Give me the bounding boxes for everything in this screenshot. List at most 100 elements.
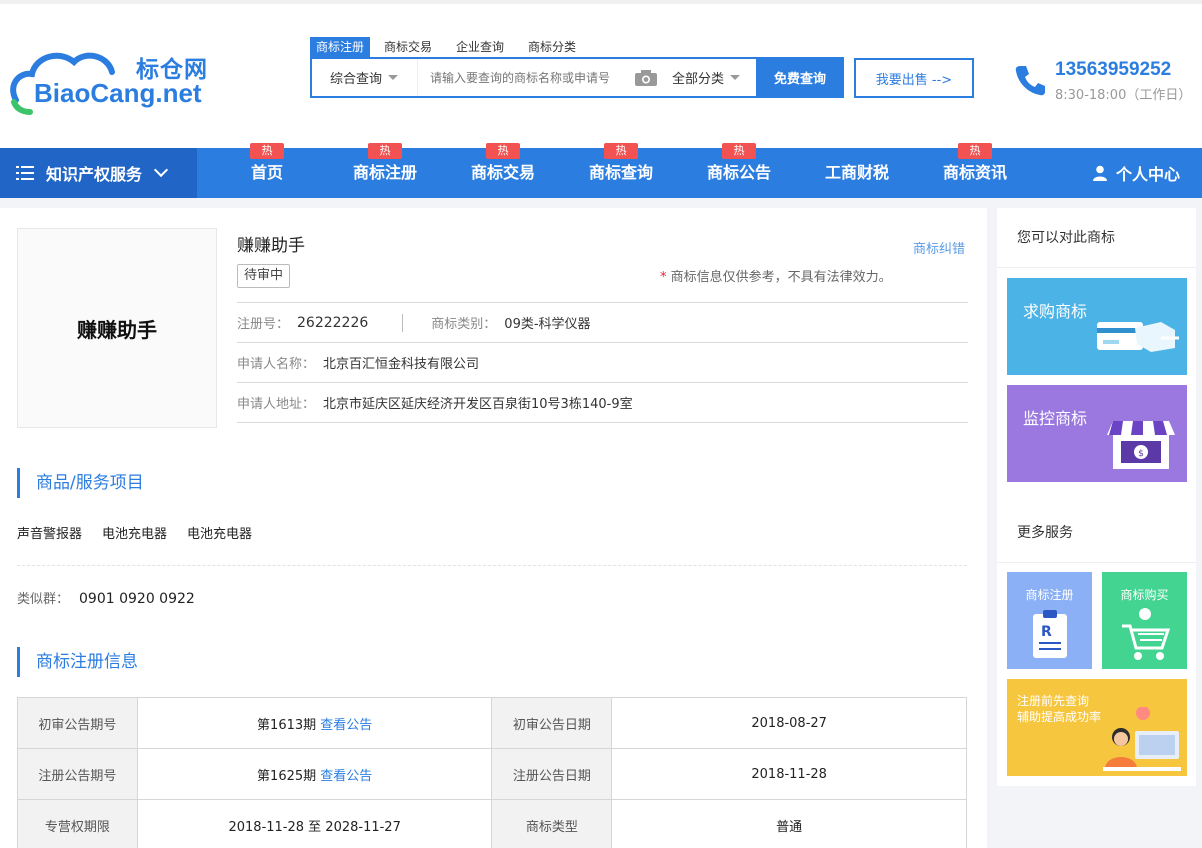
class-value: 09类-科学仪器 <box>504 317 591 332</box>
search-tab-company[interactable]: 企业查询 <box>450 37 510 57</box>
cell-value: 第1613期 <box>257 717 317 733</box>
table-cell: 第1613期 查看公告 <box>136 697 493 749</box>
main-nav: 知识产权服务 热 首页 热 商标注册 热 商标交易 热 商标查询 热 商标公告 … <box>0 143 1202 198</box>
nav-item-label: 商标公告 <box>706 163 771 182</box>
table-cell: 2018-11-28 至 2028-11-27 <box>136 799 493 848</box>
card-title: 监控商标 <box>1023 409 1088 428</box>
address-label: 申请人地址： <box>237 397 316 412</box>
buy-service-tile[interactable]: 商标购买 <box>1102 572 1187 669</box>
query-first-promo[interactable]: 注册前先查询 辅助提高成功率 <box>1007 679 1187 776</box>
cell-value: 第1625期 <box>257 768 317 784</box>
user-icon <box>1092 165 1107 181</box>
hotline-number: 13563959252 <box>1055 59 1172 80</box>
nav-item-news[interactable]: 热 商标资讯 <box>916 143 1034 198</box>
top-header: 标仓网 BiaoCang.net 商标注册 商标交易 企业查询 商标分类 综合查… <box>0 0 1202 148</box>
search-tab-category[interactable]: 商标分类 <box>522 37 582 57</box>
sidebar-compare-title: 您可以对此商标 <box>997 208 1196 268</box>
card-title: 求购商标 <box>1023 302 1088 321</box>
view-announcement-link[interactable]: 查看公告 <box>320 718 372 733</box>
table-cell: 2018-11-28 <box>611 748 967 800</box>
status-badge: 待审中 <box>237 264 291 288</box>
nav-item-finance[interactable]: 工商财税 <box>798 148 916 198</box>
user-center-link[interactable]: 个人中心 <box>1092 148 1180 198</box>
report-error-link[interactable]: 商标纠错 <box>913 238 965 257</box>
sidebar-more-title: 更多服务 <box>997 503 1196 563</box>
table-header-cell: 商标类型 <box>491 799 613 848</box>
applicant-label: 申请人名称： <box>237 357 316 372</box>
chevron-down-icon <box>153 162 169 178</box>
table-row: 专营权期限 2018-11-28 至 2028-11-27 商标类型 普通 <box>17 799 967 848</box>
disclaimer-body: 商标信息仅供参考，不具有法律效力。 <box>666 270 892 285</box>
view-announcement-link[interactable]: 查看公告 <box>320 769 372 784</box>
divider <box>402 313 404 332</box>
goods-list: 声音警报器 电池充电器 电池充电器 <box>17 523 252 542</box>
registration-table: 初审公告期号 第1613期 查看公告 初审公告日期 2018-08-27 注册公… <box>17 697 967 848</box>
nav-item-label: 商标资讯 <box>942 163 1007 182</box>
section-title-registration: 商标注册信息 <box>17 647 138 677</box>
caret-down-icon <box>730 75 741 80</box>
disclaimer-text: * 商标信息仅供参考，不具有法律效力。 <box>660 266 892 285</box>
search-mode-label: 综合查询 <box>330 72 383 87</box>
nav-item-trade[interactable]: 热 商标交易 <box>444 143 562 198</box>
search-category-select[interactable]: 全部分类 <box>658 68 756 87</box>
logo-english-text: BiaoCang.net <box>34 78 202 108</box>
reg-no-value: 26222226 <box>297 314 369 331</box>
category-menu-button[interactable]: 知识产权服务 <box>0 148 197 198</box>
promo-line-2: 辅助提高成功率 <box>1017 710 1102 724</box>
camera-icon[interactable] <box>634 69 658 87</box>
sidebar: 您可以对此商标 求购商标 监控商标 $ 更多服务 商标注册 R 商标购买 注册前… <box>997 208 1196 786</box>
buy-trademark-card[interactable]: 求购商标 <box>1007 278 1187 375</box>
table-cell: 第1625期 查看公告 <box>136 748 493 800</box>
info-row-address: 申请人地址： 北京市延庆区延庆经济开发区百泉街10号3栋140-9室 <box>237 382 968 423</box>
shop-icon: $ <box>1107 421 1175 469</box>
trademark-image: 赚赚助手 <box>17 228 217 428</box>
promo-line-1: 注册前先查询 <box>1017 694 1090 708</box>
table-cell: 普通 <box>611 799 967 848</box>
tile-title: 商标注册 <box>1025 588 1074 602</box>
search-mode-select[interactable]: 综合查询 <box>312 59 418 96</box>
document-icon: R <box>1033 610 1067 658</box>
divider <box>17 565 967 566</box>
table-header-cell: 注册公告期号 <box>17 748 138 800</box>
nav-item-home[interactable]: 热 首页 <box>208 143 326 198</box>
reg-no-label: 注册号： <box>237 317 290 332</box>
caret-down-icon <box>388 75 399 80</box>
nav-item-label: 商标交易 <box>470 163 535 182</box>
search-tab-trade[interactable]: 商标交易 <box>378 37 438 57</box>
info-row-reg: 注册号： 26222226 商标类别： 09类-科学仪器 <box>237 302 968 342</box>
monitor-trademark-card[interactable]: 监控商标 $ <box>1007 385 1187 482</box>
goods-item: 电池充电器 <box>187 527 253 542</box>
nav-item-query[interactable]: 热 商标查询 <box>562 143 680 198</box>
table-cell: 2018-08-27 <box>611 697 967 749</box>
promo-text: 注册前先查询 辅助提高成功率 <box>1017 693 1101 725</box>
goods-item: 声音警报器 <box>17 527 83 542</box>
search-box: 综合查询 全部分类 免费查询 <box>310 57 844 98</box>
search-tab-register[interactable]: 商标注册 <box>310 37 371 57</box>
customer-service-icon <box>1103 707 1181 771</box>
shopping-cart-icon <box>1122 608 1171 660</box>
trademark-detail: 赚赚助手 赚赚助手 待审中 商标纠错 * 商标信息仅供参考，不具有法律效力。 注… <box>0 208 987 848</box>
hot-badge: 热 <box>486 143 520 159</box>
register-service-tile[interactable]: 商标注册 R <box>1007 572 1092 669</box>
address-value: 北京市延庆区延庆经济开发区百泉街10号3栋140-9室 <box>323 397 633 412</box>
nav-item-label: 商标注册 <box>352 163 417 182</box>
site-logo[interactable]: 标仓网 BiaoCang.net <box>8 42 218 120</box>
search-input[interactable] <box>418 59 628 96</box>
class-label: 商标类别： <box>431 317 497 332</box>
search-button[interactable]: 免费查询 <box>756 57 844 98</box>
table-row: 初审公告期号 第1613期 查看公告 初审公告日期 2018-08-27 <box>17 697 967 749</box>
trademark-name: 赚赚助手 <box>237 236 305 256</box>
table-header-cell: 初审公告日期 <box>491 697 613 749</box>
nav-item-label: 工商财税 <box>824 163 889 182</box>
phone-icon <box>1015 66 1045 96</box>
search-category-label: 全部分类 <box>672 72 725 87</box>
sell-button[interactable]: 我要出售 --> <box>854 58 974 98</box>
table-header-cell: 专营权期限 <box>17 799 138 848</box>
category-menu-label: 知识产权服务 <box>46 165 143 184</box>
hot-badge: 热 <box>250 143 284 159</box>
tile-title: 商标购买 <box>1120 588 1169 602</box>
table-row: 注册公告期号 第1625期 查看公告 注册公告日期 2018-11-28 <box>17 748 967 800</box>
nav-item-register[interactable]: 热 商标注册 <box>326 143 444 198</box>
nav-item-announcement[interactable]: 热 商标公告 <box>680 143 798 198</box>
hot-badge: 热 <box>722 143 756 159</box>
